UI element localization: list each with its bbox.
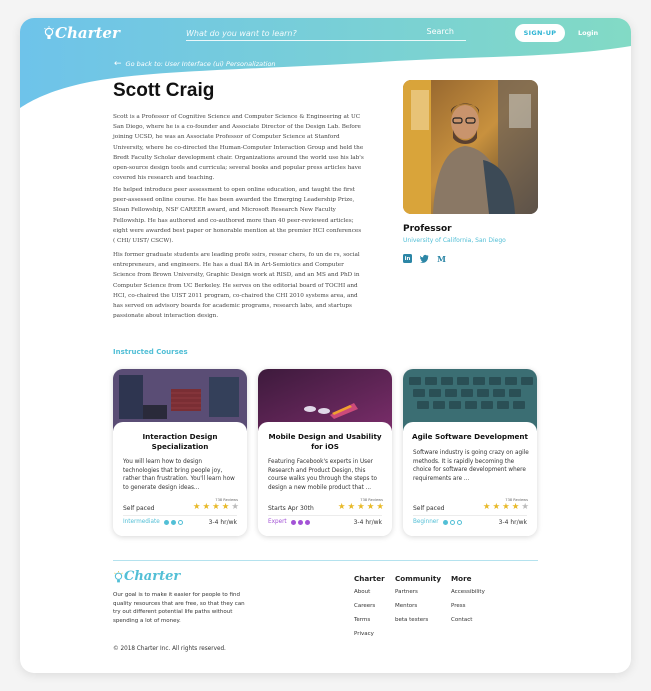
star-icon: ★ bbox=[366, 502, 375, 512]
footer-column-title: Charter bbox=[354, 574, 385, 583]
footer-divider bbox=[113, 560, 538, 561]
logo-text: Charter bbox=[55, 24, 120, 42]
star-rating: ★ ★ ★ ★ ★ bbox=[483, 503, 529, 512]
instructor-name: Scott Craig bbox=[113, 80, 215, 101]
course-description: Software industry is going crazy on agil… bbox=[413, 450, 529, 482]
divider bbox=[268, 515, 382, 516]
footer-column-community: Community Partners Mentors beta testers bbox=[395, 574, 441, 631]
star-icon: ★ bbox=[212, 502, 220, 512]
course-card-body: Interaction Design Specialization You wi… bbox=[113, 422, 247, 536]
instructor-role: Professor bbox=[403, 224, 452, 234]
star-icon: ★ bbox=[482, 502, 491, 512]
footer-link-mentors[interactable]: Mentors bbox=[395, 603, 441, 617]
footer-link-terms[interactable]: Terms bbox=[354, 617, 385, 631]
footer-link-beta-testers[interactable]: beta testers bbox=[395, 617, 441, 631]
twitter-icon[interactable] bbox=[420, 254, 429, 263]
signup-button[interactable]: SIGN-UP bbox=[515, 24, 565, 42]
course-title: Interaction Design Specialization bbox=[142, 432, 218, 451]
login-link[interactable]: Login bbox=[578, 29, 598, 37]
course-schedule: Self paced bbox=[123, 505, 155, 512]
header-logo[interactable]: Charter bbox=[44, 24, 120, 42]
course-schedule: Self paced bbox=[413, 505, 445, 512]
back-link[interactable]: ← Go back to: User Interface (ui) Person… bbox=[114, 59, 276, 69]
footer-column-title: Community bbox=[395, 574, 442, 583]
course-title: Mobile Design and Usability for iOS bbox=[268, 432, 382, 451]
course-card-body: Agile Software Development Software indu… bbox=[403, 422, 537, 536]
social-links: in M bbox=[403, 254, 446, 264]
level-label: Beginner bbox=[413, 519, 439, 525]
course-card[interactable]: Agile Software Development Software indu… bbox=[403, 369, 537, 536]
course-description: You will learn how to design technologie… bbox=[123, 459, 235, 491]
copyright: © 2018 Charter Inc. All rights reserved. bbox=[113, 646, 226, 652]
star-icon: ★ bbox=[202, 502, 211, 512]
level-label: Intermediate bbox=[123, 519, 160, 525]
footer-link-partners[interactable]: Partners bbox=[395, 589, 441, 603]
lightbulb-icon bbox=[44, 26, 54, 39]
course-title: Agile Software Development bbox=[412, 432, 528, 441]
bio-paragraph: His former graduate students are leading… bbox=[113, 252, 360, 320]
star-rating: ★ ★ ★ ★ ★ bbox=[193, 503, 239, 512]
star-icon: ★ bbox=[502, 502, 510, 512]
footer-link-careers[interactable]: Careers bbox=[354, 603, 385, 617]
level-label: Expert bbox=[268, 519, 287, 525]
course-schedule: Starts Apr 30th bbox=[268, 505, 314, 512]
level-dots bbox=[290, 519, 310, 525]
course-card-body: Mobile Design and Usability for iOS Feat… bbox=[258, 422, 392, 536]
search-input[interactable] bbox=[186, 26, 406, 40]
course-card[interactable]: Interaction Design Specialization You wi… bbox=[113, 369, 247, 536]
search-button[interactable]: Search bbox=[427, 27, 454, 36]
divider bbox=[413, 515, 527, 516]
linkedin-icon[interactable]: in bbox=[403, 254, 412, 263]
instructed-courses-heading: Instructed Courses bbox=[113, 348, 188, 356]
lightbulb-icon bbox=[114, 571, 123, 583]
course-hours: 3-4 hr/wk bbox=[208, 519, 237, 526]
footer-column-charter: Charter About Careers Terms Privacy bbox=[354, 574, 385, 645]
instructor-photo bbox=[403, 80, 538, 214]
star-icon: ★ bbox=[511, 502, 520, 512]
level-dots bbox=[442, 519, 462, 525]
footer-link-contact[interactable]: Contact bbox=[451, 617, 485, 631]
medium-icon[interactable]: M bbox=[437, 254, 446, 264]
divider bbox=[123, 515, 237, 516]
course-level: Intermediate bbox=[123, 519, 183, 525]
course-description: Featuring Facebook's experts in User Res… bbox=[268, 459, 377, 491]
star-icon: ★ bbox=[337, 502, 346, 512]
star-icon: ★ bbox=[521, 502, 529, 512]
star-icon: ★ bbox=[347, 502, 356, 512]
bio-paragraph: Scott is a Professor of Cognitive Scienc… bbox=[113, 114, 364, 182]
star-icon: ★ bbox=[492, 502, 501, 512]
instructor-university[interactable]: University of California, San Diego bbox=[403, 237, 506, 244]
footer-link-privacy[interactable]: Privacy bbox=[354, 631, 385, 645]
course-card[interactable]: Mobile Design and Usability for iOS Feat… bbox=[258, 369, 392, 536]
search-bar: Search bbox=[186, 26, 466, 41]
footer-link-accessibility[interactable]: Accessibility bbox=[451, 589, 485, 603]
footer-link-about[interactable]: About bbox=[354, 589, 385, 603]
arrow-left-icon: ← bbox=[114, 59, 122, 69]
course-level: Beginner bbox=[413, 519, 462, 525]
logo-text: Charter bbox=[124, 569, 181, 584]
star-icon: ★ bbox=[357, 502, 365, 512]
bio-paragraph: He helped introduce peer assessment to o… bbox=[113, 187, 362, 245]
footer-description: Our goal is to make it easier for people… bbox=[113, 592, 245, 625]
star-icon: ★ bbox=[376, 502, 384, 512]
footer-link-press[interactable]: Press bbox=[451, 603, 485, 617]
star-icon: ★ bbox=[221, 502, 230, 512]
footer-column-title: More bbox=[451, 574, 472, 583]
star-icon: ★ bbox=[192, 502, 201, 512]
back-link-label: Go back to: User Interface (ui) Personal… bbox=[125, 60, 276, 68]
level-dots bbox=[163, 519, 183, 525]
course-level: Expert bbox=[268, 519, 310, 525]
footer-logo[interactable]: Charter bbox=[114, 569, 180, 585]
star-rating: ★ ★ ★ ★ ★ bbox=[338, 503, 384, 512]
course-hours: 3-4 hr/wk bbox=[498, 519, 527, 526]
footer-column-more: More Accessibility Press Contact bbox=[451, 574, 485, 631]
course-hours: 3-4 hr/wk bbox=[353, 519, 382, 526]
star-icon: ★ bbox=[231, 502, 239, 512]
page-frame: Charter Search SIGN-UP Login ← Go back t… bbox=[20, 18, 631, 673]
